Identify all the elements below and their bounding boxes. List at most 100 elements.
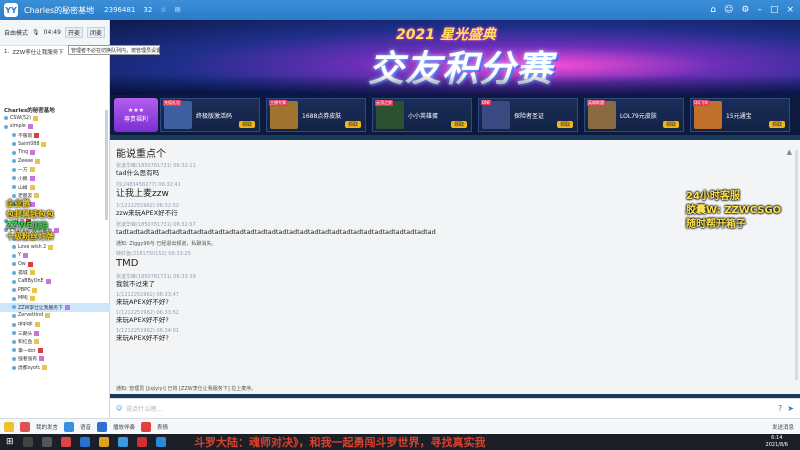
task-view-icon[interactable] (41, 437, 52, 447)
rewards-strip: ★★★ 尊贵福利 充值礼包 终极版激活码 领取 主播专属 1688点券皮肤 领取 云顶之弈小… (110, 95, 800, 135)
reward-card[interactable]: QQ飞车 15元通宝 领取 (690, 98, 790, 132)
chat-input-bar[interactable]: ☺ 说点什么吧... ? ➤ (110, 398, 800, 418)
yy-taskbar-icon[interactable] (155, 437, 166, 447)
channel-tree-item[interactable]: CSW(52) (0, 114, 110, 123)
channel-tree-item[interactable]: PBPC (0, 286, 110, 295)
chat-message-meta[interactable]: 张凌华峰(1850781731) 06:33:39 (116, 273, 716, 280)
help-icon[interactable]: ? (778, 404, 782, 413)
system-clock[interactable]: 6:14 2021/8/6 (766, 435, 788, 449)
channel-tree-item[interactable]: ZZW李仕让我服务下 (0, 303, 110, 312)
user-icon[interactable]: ☺ (724, 5, 733, 15)
channel-tree-item[interactable]: 山峰 (0, 183, 110, 192)
favorite-icon[interactable]: ☆ (160, 6, 166, 14)
channel-tree-item[interactable]: CaBByOnE (0, 277, 110, 286)
channel-tree-item[interactable]: 和红鱼 (0, 337, 110, 346)
event-banner[interactable]: 2021 星光盛典 交友积分赛 (110, 20, 800, 95)
app-icon-3[interactable] (136, 437, 147, 447)
channel-tree-label: 虎都syofc (18, 366, 41, 372)
chat-message-meta[interactable]: 张凌华峰(1850781731) 06:32:57 (116, 221, 716, 228)
close-mic-tag[interactable]: 闭麦 (86, 27, 105, 38)
reward-claim-button[interactable]: 领取 (556, 121, 573, 128)
channel-tree-item[interactable]: Zervettind (0, 312, 110, 321)
send-message-button[interactable]: 发送消息 (772, 423, 794, 431)
reward-claim-button[interactable]: 领取 (768, 121, 785, 128)
channel-tree-item[interactable]: qiqiqk (0, 320, 110, 329)
settings-icon[interactable]: ⚙ (741, 5, 749, 15)
reward-card[interactable]: DNF 探险者圣证 领取 (478, 98, 578, 132)
chat-expand-icon[interactable]: ▲ (787, 148, 792, 156)
channel-tree-label: CaBByOnE (18, 279, 44, 285)
reward-claim-button[interactable]: 领取 (238, 121, 255, 128)
channel-tree-item[interactable]: Ow (0, 260, 110, 269)
chat-message-meta[interactable]: 张凌华峰(1850781731) 06:32:11 (116, 162, 716, 169)
clock-date: 2021/8/6 (765, 442, 788, 448)
reward-claim-button[interactable]: 领取 (662, 121, 679, 128)
mic-mode[interactable]: 自由模式 (4, 28, 28, 37)
play-accompaniment-button[interactable]: 播放伴奏 (113, 423, 135, 431)
user-badge-icon (34, 330, 40, 336)
share-icon[interactable]: ✉ (175, 6, 181, 14)
user-badge-icon (29, 167, 35, 173)
channel-tree-item[interactable]: 孤城 (0, 269, 110, 278)
maximize-icon[interactable]: □ (770, 5, 779, 15)
chat-message-meta[interactable]: 钟红鱼(2181750152) 06:33:25 (116, 250, 716, 257)
reward-corner-tag: DNF (481, 100, 492, 105)
reward-claim-button[interactable]: 领取 (344, 121, 361, 128)
channel-tree-item[interactable]: Ting (0, 148, 110, 157)
chat-input[interactable]: 说点什么吧... (126, 404, 162, 413)
channel-tree-item[interactable]: 强者强有 (0, 355, 110, 364)
music-icon[interactable] (97, 421, 108, 432)
channel-tree-item[interactable]: MMJ (0, 294, 110, 303)
channel-tree-item[interactable]: 三朗头 (0, 329, 110, 338)
voice-button[interactable]: 语音 (80, 423, 91, 431)
channel-tree-item[interactable]: Zeeee (0, 157, 110, 166)
emoji-app-icon[interactable] (141, 421, 152, 432)
channel-tree-item[interactable]: 掌一dor (0, 346, 110, 355)
emoji-button[interactable]: 表情 (157, 423, 168, 431)
channel-tree-item[interactable]: simple (0, 123, 110, 132)
reward-card[interactable]: 英雄联盟 LOL79元皮肤 领取 (584, 98, 684, 132)
title-bar: YY Charles的秘密基地 2396481 32 ☆ ✉ ⌂ ☺ ⚙ – □… (0, 0, 800, 20)
sidebar-scrollbar[interactable] (105, 110, 108, 220)
smile-app-icon[interactable] (4, 421, 14, 432)
user-avatar-icon (12, 159, 16, 164)
open-mic-tag[interactable]: 开麦 (64, 27, 83, 38)
channel-tree-item[interactable]: 不服就 (0, 131, 110, 140)
channel-tree-item[interactable]: 虎都syofc (0, 363, 110, 372)
chat-message: 张凌华峰(1850781731) 06:32:11 tad什么思有吗 (116, 162, 716, 178)
folder-icon[interactable] (98, 437, 109, 447)
user-avatar-icon (12, 133, 16, 138)
vip-benefit[interactable]: ★★★ 尊贵福利 (114, 98, 158, 132)
user-avatar-icon (12, 262, 16, 267)
search-icon[interactable] (22, 437, 33, 447)
reward-corner-tag: QQ飞车 (693, 100, 710, 106)
chat-message-meta[interactable]: 刘(2483458277) 06:32:41 (116, 181, 716, 188)
channel-tree-item[interactable]: Y (0, 252, 110, 261)
reward-claim-button[interactable]: 领取 (450, 121, 467, 128)
channel-tree-item[interactable]: 小鹏 (0, 174, 110, 183)
chat-scrollbar[interactable] (795, 150, 798, 380)
chat-message-text: zzw来玩APEX好不行 (116, 209, 178, 217)
channel-tree-item[interactable]: Saint088 (0, 140, 110, 149)
channel-tree-item[interactable]: Love wish 2 (0, 243, 110, 252)
start-icon[interactable]: ⊞ (6, 437, 14, 447)
home-icon[interactable]: ⌂ (710, 5, 716, 15)
chat-message: 1(1212251962) 06:34:01 来玩APEX好不好? (116, 328, 716, 343)
channel-tree-item[interactable]: 一方 (0, 166, 110, 175)
chat-message: 1(1212251962) 06:33:52 来玩APEX好不好? (116, 310, 716, 325)
voice-icon[interactable] (64, 421, 75, 432)
minimize-icon[interactable]: – (757, 5, 762, 15)
app-icon-1[interactable] (79, 437, 90, 447)
video-app-icon[interactable] (20, 421, 30, 432)
emoji-icon[interactable]: ☺ (116, 405, 122, 412)
overlay-left-text: 企业鹅 包邮黑钱包包 ZZWE加油 十级粉丝灯牌 (6, 198, 54, 242)
chrome-icon[interactable] (60, 437, 71, 447)
close-icon[interactable]: × (786, 5, 794, 15)
reward-card[interactable]: 云顶之弈 小小英雄蛋 领取 (372, 98, 472, 132)
send-icon[interactable]: ➤ (787, 404, 794, 413)
my-speech-button[interactable]: 我的发言 (36, 423, 58, 431)
reward-card[interactable]: 充值礼包 终极版激活码 领取 (160, 98, 260, 132)
reward-card[interactable]: 主播专属 1688点券皮肤 领取 (266, 98, 366, 132)
app-icon-2[interactable] (117, 437, 128, 447)
user-avatar-icon (4, 116, 8, 121)
